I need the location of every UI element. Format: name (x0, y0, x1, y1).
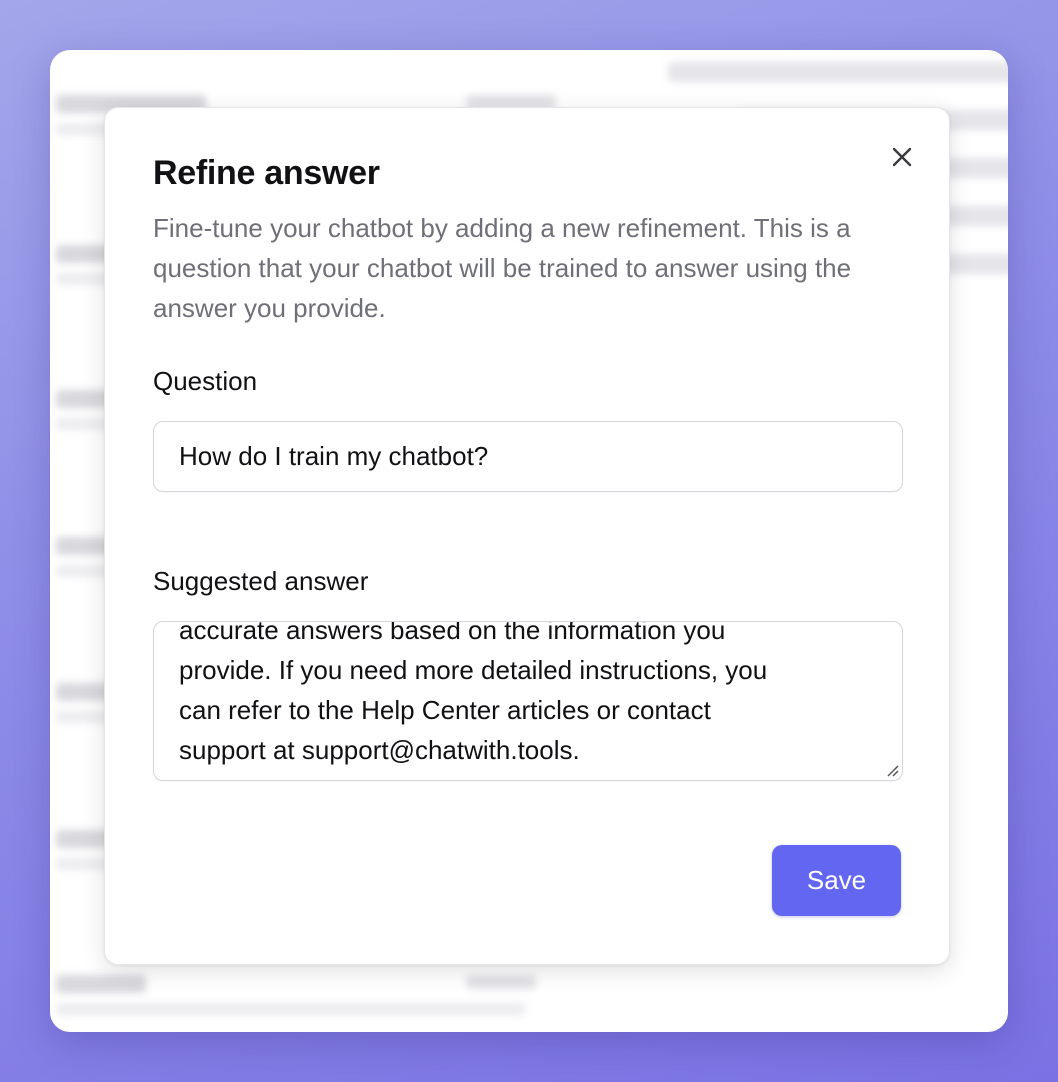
suggested-answer-text: accurate answers based on the informatio… (179, 621, 768, 765)
close-icon (892, 147, 912, 167)
question-label: Question (153, 366, 258, 396)
question-input[interactable] (153, 421, 903, 492)
resize-handle-icon[interactable] (884, 762, 900, 778)
suggested-answer-textarea[interactable]: accurate answers based on the informatio… (153, 621, 903, 781)
close-button[interactable] (889, 144, 915, 170)
modal-description: Fine-tune your chatbot by adding a new r… (153, 213, 852, 323)
refine-answer-modal: Refine answer Fine-tune your chatbot by … (104, 107, 950, 965)
save-button[interactable]: Save (772, 845, 901, 916)
suggested-answer-label: Suggested answer (153, 566, 369, 596)
app-window: Refine answer Fine-tune your chatbot by … (50, 50, 1008, 1032)
modal-title: Refine answer (153, 154, 380, 192)
